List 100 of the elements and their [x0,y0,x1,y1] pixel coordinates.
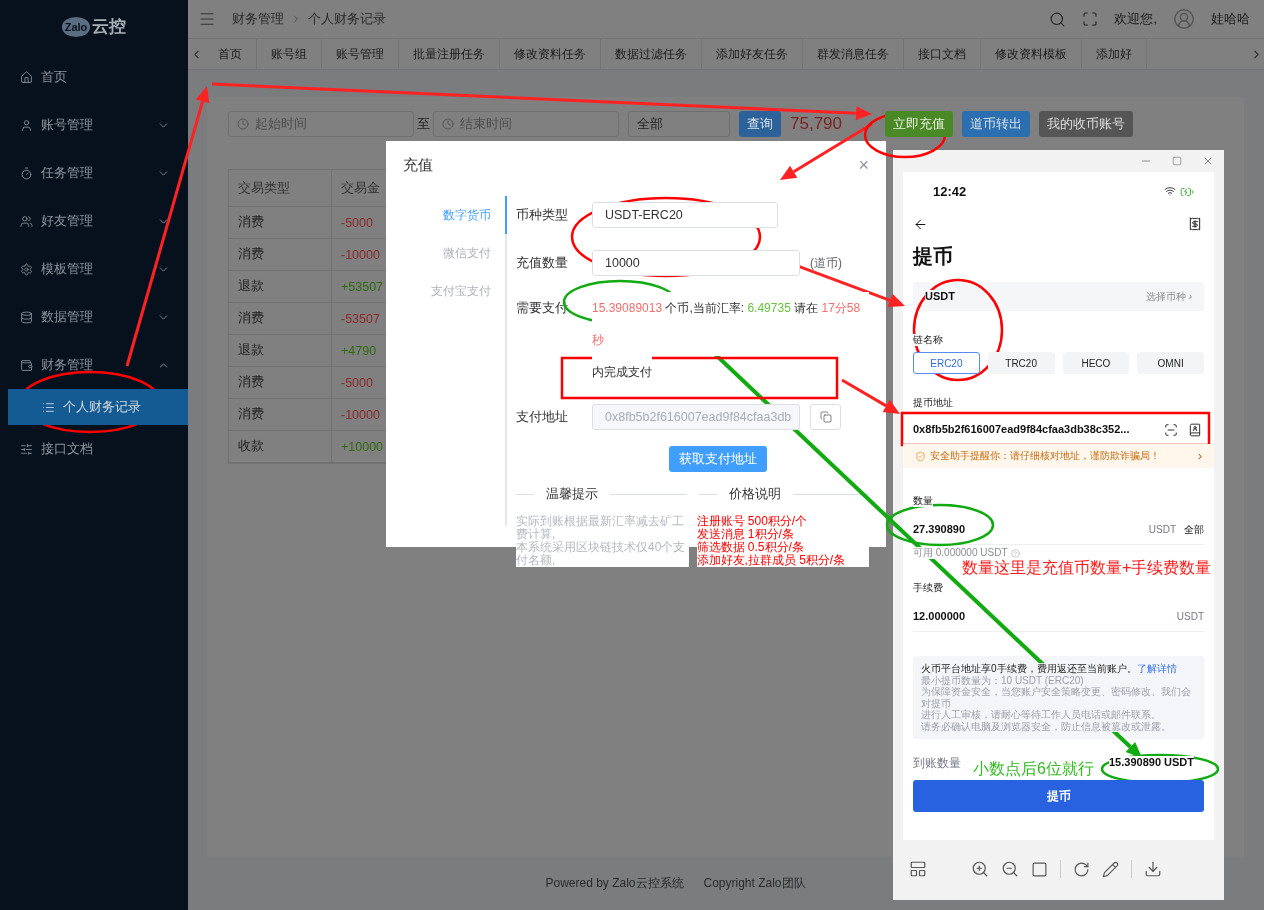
address-label: 提币地址 [913,397,953,409]
annotation-note: 数量这里是充值币数量+手续费数量 [962,558,1212,578]
page-tab[interactable]: 数据过滤任务 [601,39,702,69]
table-cell: 消费 [229,303,332,334]
range-separator: 至 [417,115,430,133]
sidebar-item[interactable]: 首页 [0,53,188,101]
coin-picker[interactable]: USDT 选择币种 › [913,282,1204,311]
payment-method-tab[interactable]: 数字货币 [443,196,507,234]
close-icon [1202,155,1214,167]
unit-text: (道币) [810,254,842,272]
quantity-label: 数量 [913,495,933,507]
nav-icon [20,358,33,372]
available-text: 可用 0.000000 USDT [913,547,1008,559]
learn-more-link[interactable]: 了解详情 [1136,663,1177,674]
page-tab[interactable]: 账号管理 [322,39,399,69]
type-select[interactable]: 全部 [628,111,730,137]
help-icon [1010,548,1020,558]
copyright-text: Copyright Zalo团队 [703,875,806,892]
page-tab[interactable]: 接口文档 [904,39,981,69]
page-tab[interactable]: 修改资料任务 [500,39,601,69]
sidebar-item[interactable]: 好友管理 [0,197,188,245]
clock-icon [237,118,249,130]
pencil-icon [1102,860,1119,878]
balance-amount: 75,790 [790,114,843,134]
copy-button[interactable] [810,404,841,430]
breadcrumb-item[interactable]: 财务管理 [232,10,284,28]
chain-option[interactable]: ERC20 [913,352,980,374]
chain-option[interactable]: TRC20 [987,352,1055,374]
shield-icon [915,450,926,462]
sidebar-item[interactable]: 账号管理 [0,101,188,149]
unit-text: USDT [1148,523,1176,536]
page-tab[interactable]: 修改资料模板 [981,39,1082,69]
user-name[interactable]: 娃哈哈 [1211,10,1250,28]
table-cell: 退款 [229,271,332,302]
currency-select[interactable]: USDT-ERC20 [592,202,778,228]
column-header: 交易类型 [229,170,332,206]
nav-icon [20,70,33,84]
recharge-button[interactable]: 立即充值 [885,111,953,137]
sidebar-subitem[interactable]: 个人财务记录 [8,389,188,425]
sidebar-item[interactable]: 模板管理 [0,245,188,293]
payment-summary: 15.39089013 个币,当前汇率: 6.49735 请在 17分58秒 [592,292,869,356]
fullscreen-icon [1082,11,1099,27]
welcome-text: 欢迎您, [1114,10,1157,28]
copy-icon [819,411,832,423]
maximize-icon [1172,156,1182,166]
scan-icon [1164,423,1178,437]
menu-icon [198,10,216,28]
page-tab[interactable]: 添加好友任务 [702,39,803,69]
page-tab[interactable]: 群发消息任务 [803,39,904,69]
nav-icon [20,262,33,276]
nav-icon [20,166,33,180]
nav-icon [20,214,33,228]
close-button[interactable]: × [858,155,869,176]
layout-icon [909,860,927,878]
section-title: 价格说明 [728,486,781,503]
fee-label: 手续费 [913,582,943,594]
chain-option[interactable]: HECO [1062,352,1130,374]
table-cell: 收款 [229,431,332,462]
field-label: 支付地址 [516,408,569,426]
price-text: 添加好友,拉群成员 5积分/条 [696,554,869,567]
zoom-in-icon [971,860,989,878]
sidebar-item[interactable]: 任务管理 [0,149,188,197]
page-tab[interactable]: 首页 [204,39,257,69]
sidebar-item[interactable]: 接口文档 [0,425,188,473]
warning-bar[interactable]: 安全助手提醒你：请仔细核对地址，谨防欺诈骗局！ › [903,444,1214,468]
all-link[interactable]: 全部 [1184,523,1204,536]
annotation-note: 小数点后6位就行 [973,759,1094,779]
wifi-icon [1164,185,1176,197]
transfer-button[interactable]: 道币转出 [962,111,1030,137]
list-icon [42,400,55,414]
withdraw-button[interactable]: 提币 [913,780,1204,812]
table-cell: 退款 [229,335,332,366]
clock-icon [442,118,454,130]
logo-mark: Zalo [61,16,91,37]
get-address-button[interactable]: 获取支付地址 [668,446,767,472]
powered-by-text: Powered by Zalo云控系统 [545,875,684,892]
table-cell: 消费 [229,207,332,238]
address-book-icon [1188,423,1202,437]
zoom-out-icon [1001,860,1019,878]
price-text: 筛选数据 0.5积分/条 [696,541,869,554]
avatar-icon [1173,8,1195,30]
page-title: 提币 [913,244,953,268]
dialog-title: 充值 [403,156,433,175]
sidebar-item[interactable]: 财务管理 [0,341,188,389]
received-label: 到账数量 [913,755,961,771]
table-cell: 消费 [229,367,332,398]
page-tab[interactable]: 账号组 [257,39,322,69]
breadcrumb-item: 个人财务记录 [308,10,386,28]
page-tab[interactable]: 添加好 [1082,39,1147,69]
amount-field[interactable]: 10000 [592,250,800,276]
field-label: 充值数量 [516,254,569,272]
query-button[interactable]: 查询 [739,111,781,137]
table-cell: 消费 [229,399,332,430]
chain-label: 链名称 [913,334,943,346]
page-tab[interactable]: 批量注册任务 [399,39,500,69]
tip-text: 本系统采用区块链技术仅40个支付名额, [516,541,689,567]
sidebar-item[interactable]: 数据管理 [0,293,188,341]
accounts-button[interactable]: 我的收币账号 [1039,111,1133,137]
chain-option[interactable]: OMNI [1137,352,1204,374]
actual-size-icon [1031,860,1048,878]
